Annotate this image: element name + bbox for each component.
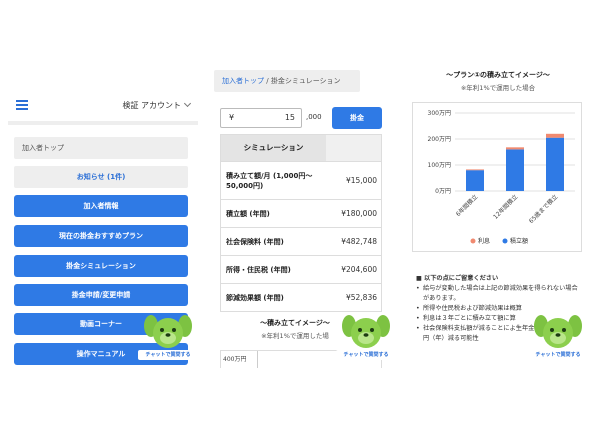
chat-badge: チャットで質問する (336, 350, 392, 360)
table-header: シミュレーション (221, 135, 381, 161)
table-row: 所得・住民税 (年間) ¥204,600 (221, 255, 381, 283)
breadcrumb-separator: / (266, 77, 269, 85)
breadcrumb-current: 掛金シミュレーション (270, 77, 341, 85)
menu-simulation-button[interactable]: 掛金シミュレーション (14, 255, 188, 277)
row-value: ¥15,000 (345, 176, 377, 185)
row-label: 積み立て額/月 (1,000円〜50,000円) (226, 171, 313, 190)
y-tick-label: 100万円 (428, 162, 451, 169)
chat-mascot-button[interactable]: チャットで質問する (528, 312, 586, 360)
note-item: 給与が変動した場合は上記の節減効果を得られない場合があります。 (416, 284, 580, 304)
mascot-dog-icon (144, 315, 192, 348)
breadcrumb-home[interactable]: 加入者トップ (14, 137, 188, 159)
legend-marker (470, 238, 476, 244)
x-tick-label: 12年間積立 (491, 193, 519, 221)
bar-principal (546, 137, 564, 191)
bar-chart: 0万円 100万円 200万円 300万円 6年間積立 12年間積立 65歳まで積立利息 積立… (412, 102, 582, 252)
mobile-header: 検証 アカウント (8, 94, 198, 116)
bar-chart-svg: 0万円 100万円 200万円 300万円 6年間積立 12年間積立 65歳まで積立利息 積立… (428, 110, 575, 245)
bar-principal (506, 149, 524, 191)
y-tick-label: 300万円 (428, 110, 451, 117)
table-row: 節減効果額 (年間) ¥52,836 (221, 283, 381, 311)
table-row: 社会保険料 (年間) ¥482,748 (221, 227, 381, 255)
plan-chart-panel: 〜プラン①の積み立てイメージ〜 ※年利1%で運用した場合 0万円 100万円 200… (410, 66, 586, 368)
table-row: 積み立て額/月 (1,000円〜50,000円) ¥15,000 (221, 161, 381, 199)
row-value: ¥180,000 (341, 209, 377, 218)
account-label: 検証 アカウント (122, 101, 181, 110)
chart-subtitle: ※年利1%で運用した場合 (460, 84, 536, 92)
chat-badge: チャットで質問する (138, 350, 198, 360)
bar-interest (466, 169, 484, 171)
bar-principal (466, 170, 484, 191)
legend-marker (502, 238, 508, 244)
menu-panel: 検証 アカウント 加入者トップ お知らせ (1件) 加入者情報 現在の掛金おすす… (8, 66, 198, 368)
x-tick-label: 6年間積立 (454, 193, 479, 218)
row-label: 積立額 (年間) (226, 209, 270, 218)
row-value: ¥52,836 (345, 293, 377, 302)
chat-mascot-button[interactable]: チャットで質問する (138, 312, 198, 360)
chevron-down-icon (183, 99, 192, 108)
axis-label: 400万円 (223, 356, 247, 363)
row-value: ¥482,748 (341, 237, 377, 246)
calculate-button[interactable]: 掛金 (332, 107, 382, 129)
hamburger-menu-icon[interactable] (16, 100, 28, 110)
mascot-dog-icon (534, 315, 582, 348)
row-value: ¥204,600 (341, 265, 377, 274)
account-menu[interactable]: 検証 アカウント (122, 99, 192, 111)
notes-heading: ■ 以下の点にご留意ください (416, 275, 499, 282)
amount-value: 15 (284, 113, 295, 122)
legend-label: 積立額 (510, 237, 528, 245)
y-tick-label: 200万円 (428, 136, 451, 143)
yen-prefix: ¥ (229, 113, 235, 122)
chat-badge: チャットで質問する (528, 350, 586, 360)
bar-interest (506, 147, 524, 150)
amount-suffix: ,000 (306, 113, 322, 121)
mascot-dog-icon (342, 315, 390, 348)
bar-interest (546, 133, 564, 138)
chat-mascot-button[interactable]: チャットで質問する (336, 312, 392, 360)
chart-title: 〜プラン①の積み立てイメージ〜 (446, 71, 550, 79)
row-label: 社会保険料 (年間) (226, 237, 284, 246)
notice-button[interactable]: お知らせ (1件) (14, 166, 188, 188)
header-divider (8, 121, 198, 125)
menu-member-info-button[interactable]: 加入者情報 (14, 195, 188, 217)
y-tick-label: 0万円 (435, 188, 451, 195)
table-header-title: シミュレーション (221, 135, 326, 161)
row-label: 節減効果額 (年間) (226, 293, 284, 302)
breadcrumb: 加入者トップ / 掛金シミュレーション (214, 70, 360, 92)
table-row: 積立額 (年間) ¥180,000 (221, 199, 381, 227)
simulation-panel: 加入者トップ / 掛金シミュレーション ¥ 15 ,000 掛金 シミュレーショ… (214, 66, 392, 368)
legend-label: 利息 (478, 237, 490, 245)
row-label: 所得・住民税 (年間) (226, 265, 291, 274)
menu-application-button[interactable]: 掛金申請/変更申請 (14, 284, 188, 306)
simulation-table: シミュレーション 積み立て額/月 (1,000円〜50,000円) ¥15,00… (220, 134, 382, 312)
monthly-amount-input[interactable]: ¥ 15 (220, 108, 302, 128)
breadcrumb-home-link[interactable]: 加入者トップ (222, 77, 264, 85)
menu-recommended-plan-button[interactable]: 現在の掛金おすすめプラン (14, 225, 188, 247)
x-tick-label: 65歳まで積立 (527, 193, 559, 225)
